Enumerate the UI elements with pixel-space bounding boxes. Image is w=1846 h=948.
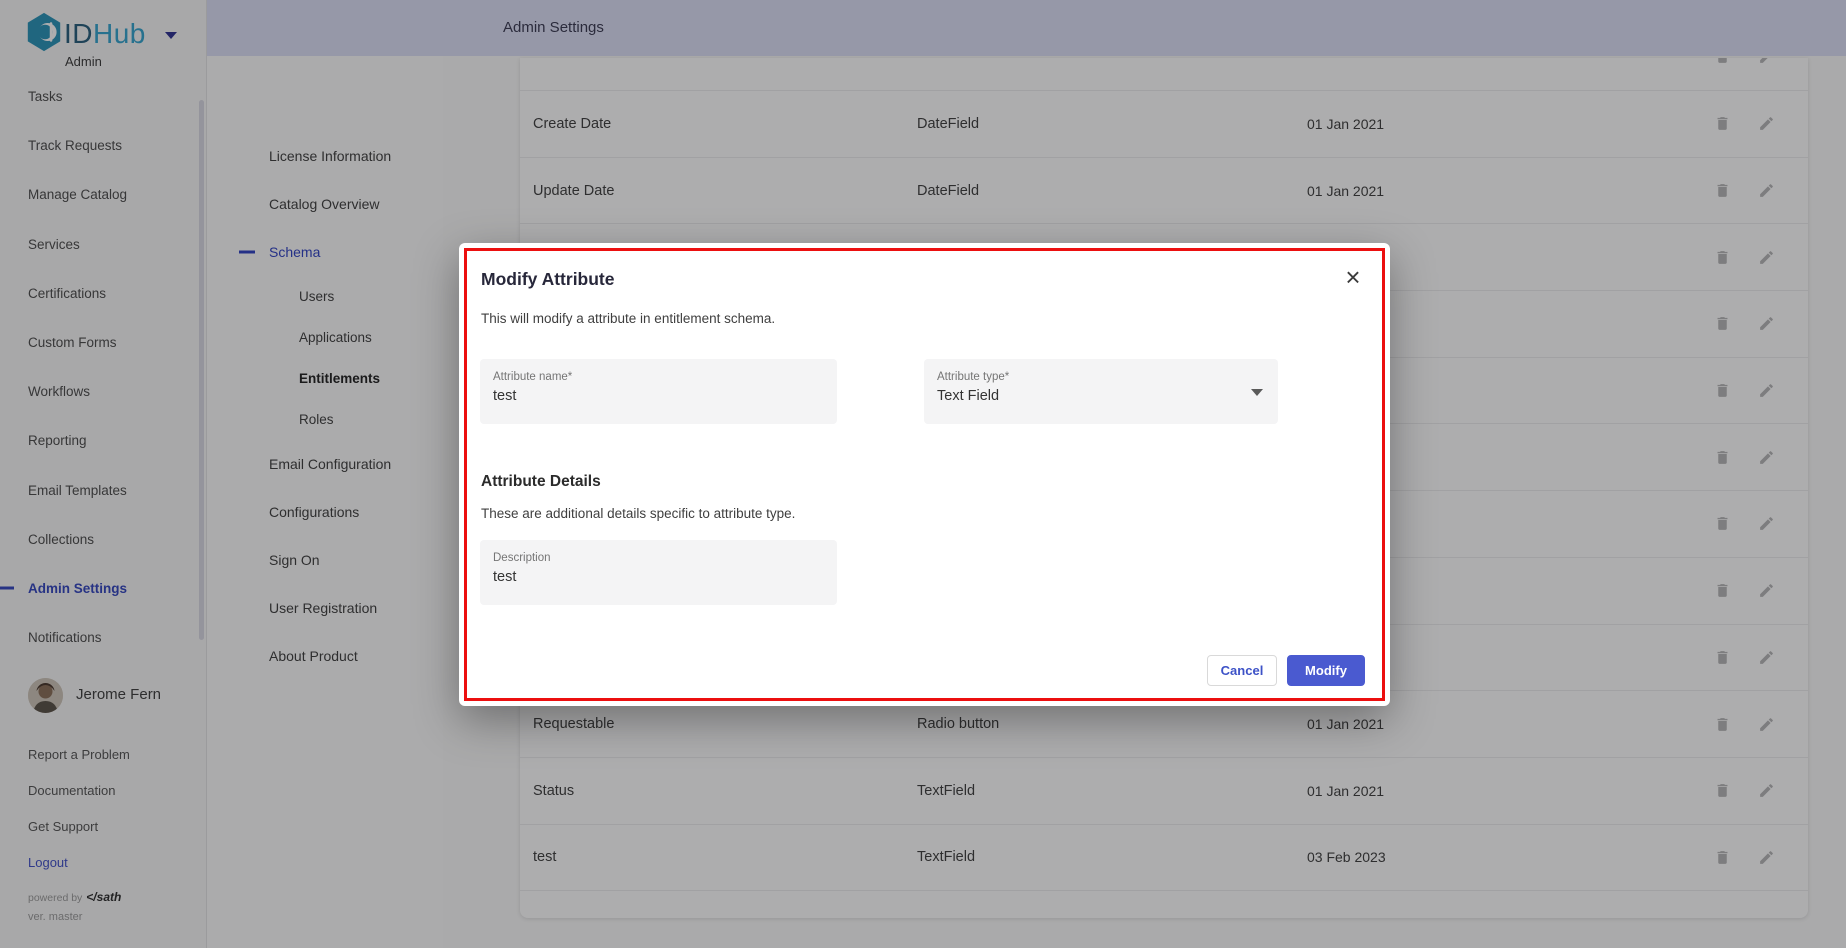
dropdown-caret-icon[interactable] <box>1251 389 1263 396</box>
close-icon[interactable]: × <box>1339 263 1367 291</box>
attribute-details-title: Attribute Details <box>481 473 601 491</box>
attribute-details-subtitle: These are additional details specific to… <box>481 506 795 521</box>
attribute-type-value: Text Field <box>924 383 1278 404</box>
description-field[interactable]: Description test <box>480 540 837 605</box>
page: Admin Settings Create Date DateField 01 … <box>0 0 1846 948</box>
modify-button[interactable]: Modify <box>1287 655 1365 686</box>
attribute-type-label: Attribute type* <box>924 359 1278 383</box>
attribute-type-select[interactable]: Attribute type* Text Field <box>924 359 1278 424</box>
modal-actions: Cancel Modify <box>1207 655 1365 686</box>
modal-subtitle: This will modify a attribute in entitlem… <box>481 311 775 326</box>
cancel-button[interactable]: Cancel <box>1207 655 1277 686</box>
modal-title: Modify Attribute <box>481 269 615 290</box>
attribute-name-field[interactable]: Attribute name* test <box>480 359 837 424</box>
description-label: Description <box>480 540 837 564</box>
modify-attribute-modal: Modify Attribute × This will modify a at… <box>459 243 1390 706</box>
description-value: test <box>480 564 837 585</box>
attribute-name-value: test <box>480 383 837 404</box>
attribute-name-label: Attribute name* <box>480 359 837 383</box>
